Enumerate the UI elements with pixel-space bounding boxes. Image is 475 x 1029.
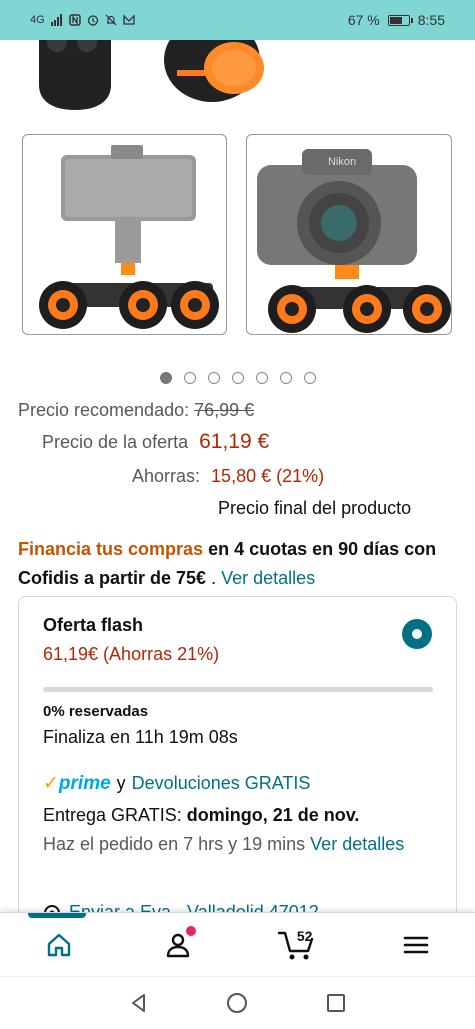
finance-banner: Financia tus compras en 4 cuotas en 90 d… [18, 535, 458, 593]
notifications-off-icon [105, 14, 117, 26]
back-icon[interactable] [128, 992, 150, 1014]
offer-title: Oferta flash [43, 615, 144, 635]
savings-label: Ahorras: [132, 466, 201, 486]
recommended-price-value: 76,99 € [194, 400, 255, 420]
offer-price-value: 61,19 € [199, 430, 270, 453]
flash-offer-card[interactable]: Oferta flash 61,19€ (Ahorras 21%) 0% res… [18, 596, 457, 936]
home-circle-icon[interactable] [226, 992, 248, 1014]
product-image-gallery[interactable]: Nikon [0, 40, 475, 390]
prime-check-icon: ✓ [43, 773, 59, 794]
cart-count: 52 [296, 927, 313, 944]
reserved-percent: 0% reservadas [43, 703, 149, 720]
battery-icon [387, 14, 413, 26]
prime-returns-row: ✓prime y Devoluciones GRATIS [43, 772, 310, 795]
offer-price: 61,19€ (Ahorras 21%) [43, 644, 220, 664]
active-tab-indicator [28, 913, 86, 918]
carousel-dot[interactable] [231, 372, 244, 384]
mail-icon [123, 14, 135, 25]
prime-label: prime [58, 773, 111, 794]
prime-joiner: y [116, 773, 126, 793]
dolly-wheel-image [164, 40, 264, 102]
system-navigation-bar [0, 976, 475, 1029]
savings-value: 15,80 € (21%) [211, 466, 325, 486]
offer-price-label: Precio de la oferta [42, 432, 189, 452]
recents-icon[interactable] [325, 992, 347, 1014]
delivery-details-link[interactable]: Ver detalles [310, 834, 404, 854]
recommended-price-row: Precio recomendado: 76,99 € [18, 400, 254, 421]
menu-icon [403, 936, 428, 953]
account-notification-dot [186, 925, 197, 936]
bottom-navigation: 52 [0, 912, 475, 976]
home-icon [48, 933, 71, 956]
svg-text:Nikon: Nikon [328, 156, 356, 168]
finance-separator: . [206, 568, 222, 588]
recommended-price-label: Precio recomendado: [18, 400, 190, 420]
finance-details-link[interactable]: Ver detalles [221, 568, 315, 588]
carousel-dot[interactable] [207, 372, 220, 384]
carousel-dot[interactable] [303, 372, 316, 384]
offer-countdown: Finaliza en 11h 19m 08s [43, 727, 238, 747]
carousel-dots[interactable] [0, 372, 475, 384]
free-returns-link[interactable]: Devoluciones GRATIS [132, 773, 311, 794]
alarm-icon [87, 15, 98, 26]
camera-dolly-image: Nikon [257, 149, 451, 333]
clock: 8:55 [417, 12, 445, 28]
carousel-dot[interactable] [183, 372, 196, 384]
network-indicator: 4G [30, 14, 45, 26]
nav-cart[interactable]: 52 [267, 920, 327, 970]
delivery-date: domingo, 21 de nov. [186, 805, 360, 825]
order-by-info: Haz el pedido en 7 hrs y 19 mins Ver det… [43, 831, 423, 858]
product-thumbnail-camera[interactable]: Nikon [246, 134, 452, 335]
savings-row: Ahorras: 15,80 € (21%) [132, 466, 324, 487]
delivery-prefix: Entrega GRATIS: [43, 805, 187, 825]
finance-highlight: Financia tus compras [18, 539, 204, 559]
status-bar: 4G 67 % 8:55 [0, 0, 475, 40]
nav-menu[interactable] [386, 920, 446, 970]
carousel-dot[interactable] [159, 372, 172, 384]
prime-logo: ✓prime [43, 772, 111, 795]
reserved-progress-bar [43, 687, 433, 692]
remote-control-image [39, 40, 111, 110]
battery-percent: 67 % [347, 12, 380, 28]
phone-dolly-image [39, 145, 219, 329]
carousel-dot[interactable] [255, 372, 268, 384]
signal-icon [50, 14, 62, 26]
carousel-dot[interactable] [279, 372, 292, 384]
product-thumbnail-phone[interactable] [22, 134, 227, 335]
status-icons-right: 67 % 8:55 [348, 12, 445, 28]
status-icons-left: 4G [30, 14, 135, 26]
final-price-note: Precio final del producto [218, 498, 412, 518]
offer-radio-button[interactable] [402, 619, 432, 649]
offer-price-row: Precio de la oferta 61,19 € [42, 430, 269, 454]
nav-home[interactable] [29, 920, 89, 970]
delivery-info: Entrega GRATIS: domingo, 21 de nov. [43, 805, 359, 826]
nav-account[interactable] [148, 920, 208, 970]
nfc-icon [68, 14, 81, 26]
order-by-text: Haz el pedido en 7 hrs y 19 mins [43, 834, 306, 854]
